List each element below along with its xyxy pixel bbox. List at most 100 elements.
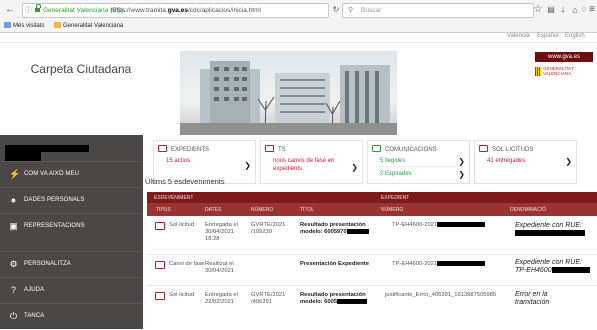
logo-text: GENERALITAT VALENCIANA bbox=[543, 66, 574, 76]
envelope-icon bbox=[372, 145, 381, 152]
redaction bbox=[346, 229, 369, 234]
url-text: https://www.tramita.gva.es/cdc/aplicacio… bbox=[111, 7, 261, 14]
table-row[interactable]: Sol·licitud Entregada el 22/02/2021 GVRTE… bbox=[147, 286, 597, 310]
column-header: TÍTOL bbox=[300, 207, 315, 213]
bookmark-most-visited[interactable]: Més visitats bbox=[4, 21, 44, 31]
person-icon: ● bbox=[10, 195, 17, 205]
card-sollicituds[interactable]: SOL·LICITUDS 41 entregades ❯ bbox=[474, 140, 577, 184]
document-icon bbox=[155, 292, 165, 300]
lock-icon bbox=[35, 4, 41, 12]
card-ts[interactable]: TS nous canvis de fase en expedients ❯ bbox=[260, 140, 363, 184]
cell-titol[interactable]: Resultado presentación modelo: 6005970 bbox=[300, 222, 369, 236]
cell-tipus: Sol·licitud bbox=[169, 292, 195, 298]
sidebar-item-label: AJUDA bbox=[24, 287, 45, 293]
reload-icon[interactable]: ↻ bbox=[330, 4, 342, 16]
sidebar: ⚡ COM VA AIXÒ MEU ● DADES PERSONALS ▣ RE… bbox=[0, 135, 143, 329]
address-bar[interactable]: ⓘ Generalitat Valenciana (ES) https://ww… bbox=[22, 3, 329, 18]
cell-numero: GVRTE/2021/109239 bbox=[251, 222, 286, 235]
card-line: 5 llegides bbox=[380, 158, 406, 164]
sidebar-item-label: PERSONALITZA bbox=[24, 261, 71, 267]
card-title: COMUNICACIONS bbox=[372, 145, 437, 153]
card-line: 15 actius bbox=[166, 158, 191, 164]
redaction bbox=[437, 261, 486, 266]
main-content: EXPEDIENTS 15 actius ❯ TS nous canvis de… bbox=[143, 135, 597, 329]
id-card-icon: ▣ bbox=[9, 221, 18, 231]
sidebar-item-label: COM VA AIXÒ MEU bbox=[24, 171, 80, 177]
user-name-redacted bbox=[5, 145, 89, 152]
sidebar-item-label: REPRESENTACIONS bbox=[24, 223, 85, 229]
cell-expedient-numero: justificante_Error_406391_1613987505985 bbox=[385, 292, 497, 298]
folder-icon bbox=[54, 22, 61, 29]
card-line: 41 entregades bbox=[487, 158, 526, 164]
column-header: TIPUS bbox=[156, 207, 171, 213]
chevron-right-icon[interactable]: ❯ bbox=[458, 170, 465, 179]
header-building-image bbox=[180, 51, 397, 135]
folder-icon bbox=[155, 261, 165, 269]
redaction bbox=[551, 267, 590, 274]
recent-events-title: Últims 5 esdeveniments bbox=[145, 177, 225, 186]
browser-toolbar: ← ⓘ Generalitat Valenciana (ES) https://… bbox=[0, 0, 597, 21]
card-title: TS bbox=[265, 145, 286, 153]
cell-tipus: Sol·licitud bbox=[169, 222, 195, 228]
generalitat-logo[interactable]: GENERALITAT VALENCIANA bbox=[533, 65, 593, 79]
lang-espanol[interactable]: Español bbox=[537, 33, 559, 39]
bookmark-generalitat[interactable]: Generalitat Valenciana bbox=[54, 21, 123, 31]
back-arrow-icon[interactable]: ← bbox=[4, 4, 16, 16]
column-header: NÚMERO bbox=[381, 207, 404, 213]
document-icon bbox=[479, 145, 488, 152]
sidebar-item-tanca[interactable]: ⏻ TANCA bbox=[0, 303, 143, 330]
chevron-right-icon[interactable]: ❯ bbox=[565, 157, 572, 166]
table-row[interactable]: Canvi de fase Realitzat el 30/04/2021 Pre… bbox=[147, 255, 597, 286]
cell-titol[interactable]: Presentación Expediente bbox=[300, 261, 369, 268]
sidebar-item-dades-personals[interactable]: ● DADES PERSONALS bbox=[0, 187, 143, 214]
chevron-right-icon[interactable]: ❯ bbox=[351, 163, 358, 172]
table-row[interactable]: Sol·licitud Entregada el 30/04/2021 18:28 … bbox=[147, 216, 597, 255]
chevron-right-icon[interactable]: ❯ bbox=[244, 161, 251, 170]
lightning-icon: ⚡ bbox=[9, 169, 21, 179]
cell-dates: Entregada el 22/02/2021 bbox=[205, 292, 238, 305]
sidebar-item-personalitza[interactable]: ⚙ PERSONALITZA bbox=[0, 251, 143, 278]
cell-denominacio: Error en la tramitación bbox=[515, 291, 550, 306]
card-line: expedients bbox=[273, 166, 303, 172]
bookmark-icon bbox=[4, 22, 11, 29]
search-input[interactable]: ⚲ Buscar bbox=[342, 3, 534, 18]
document-icon bbox=[155, 222, 165, 230]
page-title[interactable]: Carpeta Ciutadana bbox=[12, 62, 150, 76]
info-icon[interactable]: ⓘ bbox=[25, 4, 32, 17]
card-line: 2 Expirades bbox=[380, 171, 412, 177]
gear-icon: ⚙ bbox=[9, 259, 18, 269]
library-icon[interactable]: ▤ bbox=[545, 4, 557, 16]
cell-denominacio: Expediente con RUE: bbox=[515, 222, 585, 238]
group-header: EXPEDIENT bbox=[381, 195, 410, 201]
column-header: DATES bbox=[205, 207, 222, 213]
sidebar-item-ajuda[interactable]: ? AJUDA bbox=[0, 277, 143, 304]
cell-dates: Entregada el 30/04/2021 18:28 bbox=[205, 222, 238, 242]
cell-expedient-numero: TP-EH4600-2021 bbox=[392, 261, 486, 268]
sidebar-item-label: TANCA bbox=[24, 313, 45, 319]
cell-tipus: Canvi de fase bbox=[169, 261, 205, 267]
folder-icon bbox=[265, 145, 274, 152]
lang-english[interactable]: English bbox=[565, 33, 585, 39]
lang-valencia[interactable]: Valencià bbox=[507, 33, 530, 39]
divider bbox=[378, 166, 465, 167]
table-group-header: ESDEVENIMENT EXPEDIENT bbox=[147, 192, 597, 203]
search-icon: ⚲ bbox=[348, 7, 354, 14]
menu-icon[interactable]: ≡ bbox=[586, 4, 597, 16]
search-placeholder: Buscar bbox=[361, 7, 382, 14]
redaction bbox=[515, 230, 585, 237]
gva-link[interactable]: www.gva.es bbox=[535, 52, 593, 62]
sidebar-item-representacions[interactable]: ▣ REPRESENTACIONS bbox=[0, 213, 143, 240]
sidebar-item-label: DADES PERSONALS bbox=[24, 197, 85, 203]
cell-titol[interactable]: Resultado presentación modelo: 6005 bbox=[300, 292, 368, 306]
cell-dates: Realitzat el 30/04/2021 bbox=[205, 261, 235, 274]
card-comunicacions[interactable]: COMUNICACIONS 5 llegides ❯ 2 Expirades ❯ bbox=[367, 140, 470, 184]
sidebar-item-com-va[interactable]: ⚡ COM VA AIXÒ MEU bbox=[0, 161, 143, 188]
buildings-illustration bbox=[180, 61, 397, 135]
chevron-right-icon[interactable]: ❯ bbox=[458, 157, 465, 166]
download-icon[interactable]: ↓ bbox=[557, 4, 569, 16]
folder-icon bbox=[158, 145, 167, 152]
table-header: TIPUS DATES NÚMERO TÍTOL NÚMERO DENOMINA… bbox=[147, 203, 597, 216]
bookmark-star-icon[interactable]: ☆ bbox=[532, 4, 544, 16]
card-line: nous canvis de fase en bbox=[273, 158, 335, 164]
site-header: Carpeta Ciutadana www.gva.es GENERALITAT… bbox=[0, 43, 597, 135]
